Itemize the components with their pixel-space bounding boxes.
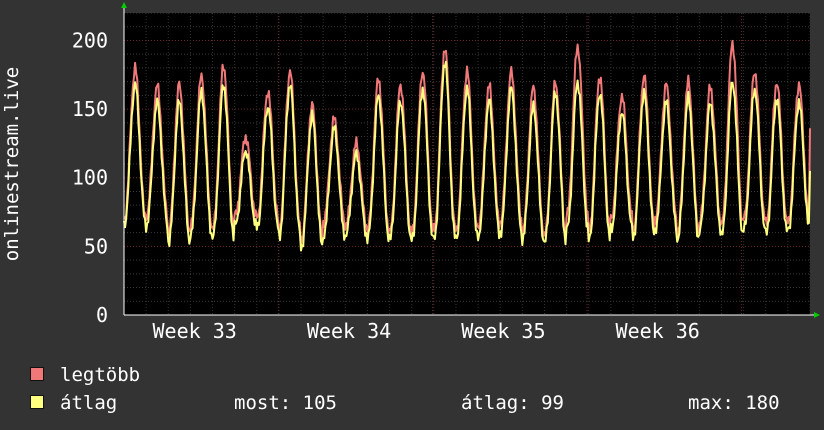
y-tick-label: 100 [72,166,108,190]
x-tick-labels: Week 33 Week 34 Week 35 Week 36 [153,319,700,343]
y-axis-label: onlinestream.live [1,67,23,261]
x-axis-arrow [814,312,820,318]
legend-swatch-avg [30,395,44,409]
x-tick-label: Week 35 [461,319,545,343]
legend-label-avg: átlag [60,392,118,414]
y-tick-label: 0 [96,303,108,327]
y-tick-labels: 0 50 100 150 200 [72,28,108,327]
x-tick-label: Week 34 [307,319,391,343]
y-tick-label: 50 [84,234,108,258]
legend-swatch-max [30,367,44,381]
stat-average-value: 99 [541,392,564,414]
x-tick-label: Week 33 [153,319,237,343]
stat-current: most: 105 [234,392,337,414]
stat-average: átlag: 99 [461,392,564,414]
legend-label-max: legtöbb [60,364,141,386]
stat-maximum-value: 180 [745,392,780,414]
stat-average-label: átlag: [461,392,530,414]
y-tick-label: 200 [72,28,108,52]
stat-maximum: max: 180 [688,392,780,414]
stat-maximum-label: max: [688,392,734,414]
stat-current-label: most: [234,392,292,414]
stat-current-value: 105 [302,392,337,414]
y-tick-label: 150 [72,97,108,121]
y-axis-arrow [121,2,127,8]
x-tick-label: Week 36 [616,319,700,343]
